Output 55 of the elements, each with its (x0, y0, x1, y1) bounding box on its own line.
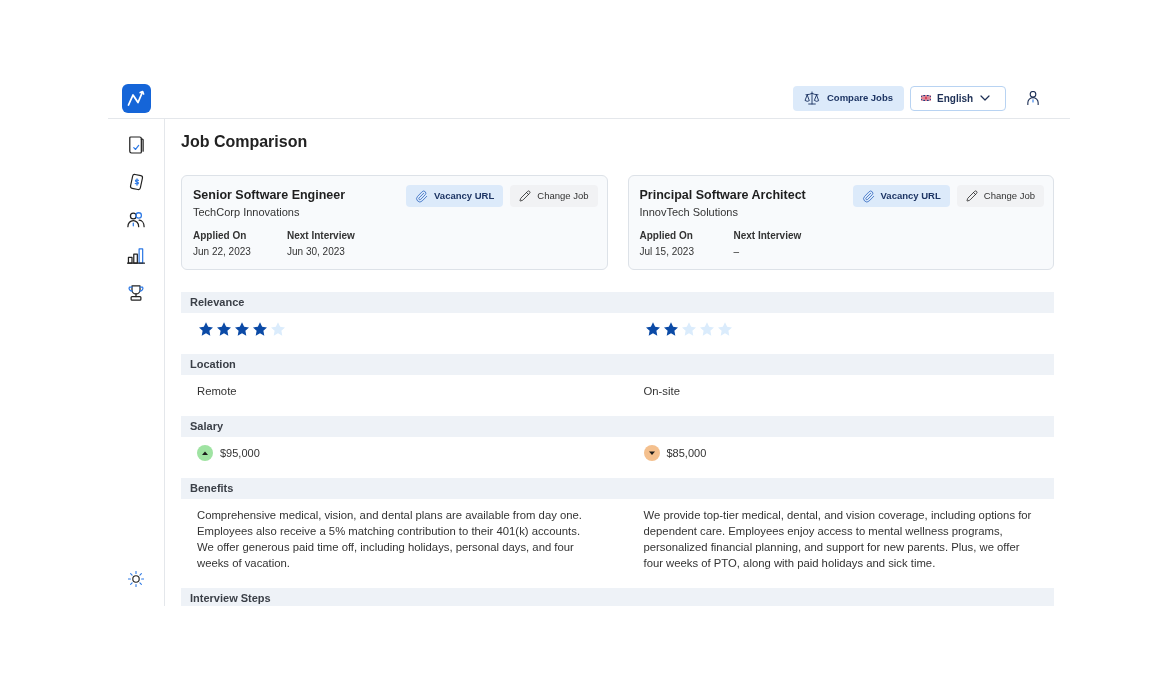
star-icon (199, 322, 213, 336)
section-header: Benefits (181, 478, 1054, 499)
section-header: Salary (181, 416, 1054, 437)
pencil-icon (519, 190, 532, 202)
user-icon[interactable] (1027, 91, 1039, 105)
paperclip-icon (415, 189, 429, 203)
compare-jobs-button[interactable]: Compare Jobs (793, 85, 904, 111)
field-label: Applied On (193, 229, 247, 243)
company-name: InnovTech Solutions (639, 205, 738, 220)
flag-icon (921, 95, 931, 101)
star-icon (681, 322, 696, 336)
field-value: – (733, 245, 740, 259)
triangle-down-icon (643, 445, 660, 461)
value-text: Remote (197, 384, 238, 399)
card-icon[interactable] (128, 173, 144, 191)
field-label: Next Interview (287, 229, 355, 243)
book-icon[interactable] (128, 136, 144, 154)
page-title: Job Comparison (181, 132, 308, 152)
change-job-button[interactable]: Change Job (956, 185, 1044, 207)
value-text: Comprehensive medical, vision, and dental plans are available from day one. Employees also receive a 5% matching contribution to their 401(k) accounts. We offer generous paid time off, including holidays, personal days, and four weeks of vacation. (197, 508, 583, 571)
value-text: On-site (643, 384, 681, 399)
section-header: Location (181, 354, 1054, 375)
bar-chart-icon[interactable] (127, 248, 145, 264)
section-header: Relevance (181, 292, 1054, 313)
field-value: Jul 15, 2023 (639, 245, 694, 259)
star-icon (663, 322, 678, 336)
trophy-icon[interactable] (127, 285, 145, 301)
salary-value: $95,000 (220, 446, 260, 461)
field-label: Applied On (639, 229, 693, 243)
people-icon[interactable] (127, 210, 145, 228)
pencil-icon (965, 190, 978, 202)
vacancy-url-button[interactable]: Vacancy URL (852, 185, 950, 207)
field-value: Jun 22, 2023 (193, 245, 251, 259)
star-icon (235, 322, 249, 336)
star-icon (699, 322, 714, 336)
field-label: Next Interview (733, 229, 802, 243)
job-title: Principal Software Architect (639, 187, 806, 204)
paperclip-icon (861, 189, 875, 203)
triangle-up-icon (197, 445, 213, 461)
value-text: We provide top-tier medical, dental, and vision coverage, including options for dependent care. Employees enjoy access to mental wellness programs, personalized financial planning, and support for new parents. Plus, we offer four weeks of PTO, along with paid holidays and sick time. (643, 508, 1033, 571)
field-value: Jun 30, 2023 (287, 245, 345, 259)
scale-icon (804, 90, 820, 106)
vacancy-url-button[interactable]: Vacancy URL (406, 185, 504, 207)
star-icon (645, 322, 660, 336)
salary-value: $85,000 (666, 446, 707, 461)
star-icon (217, 322, 231, 336)
logo-icon (122, 83, 151, 113)
sun-icon[interactable] (128, 571, 144, 587)
star-icon (717, 322, 732, 336)
job-title: Senior Software Engineer (193, 187, 346, 204)
change-job-button[interactable]: Change Job (510, 185, 598, 207)
star-icon (271, 322, 285, 336)
star-icon (253, 322, 267, 336)
language-dropdown[interactable]: English (910, 85, 1006, 111)
company-name: TechCorp Innovations (193, 205, 300, 220)
